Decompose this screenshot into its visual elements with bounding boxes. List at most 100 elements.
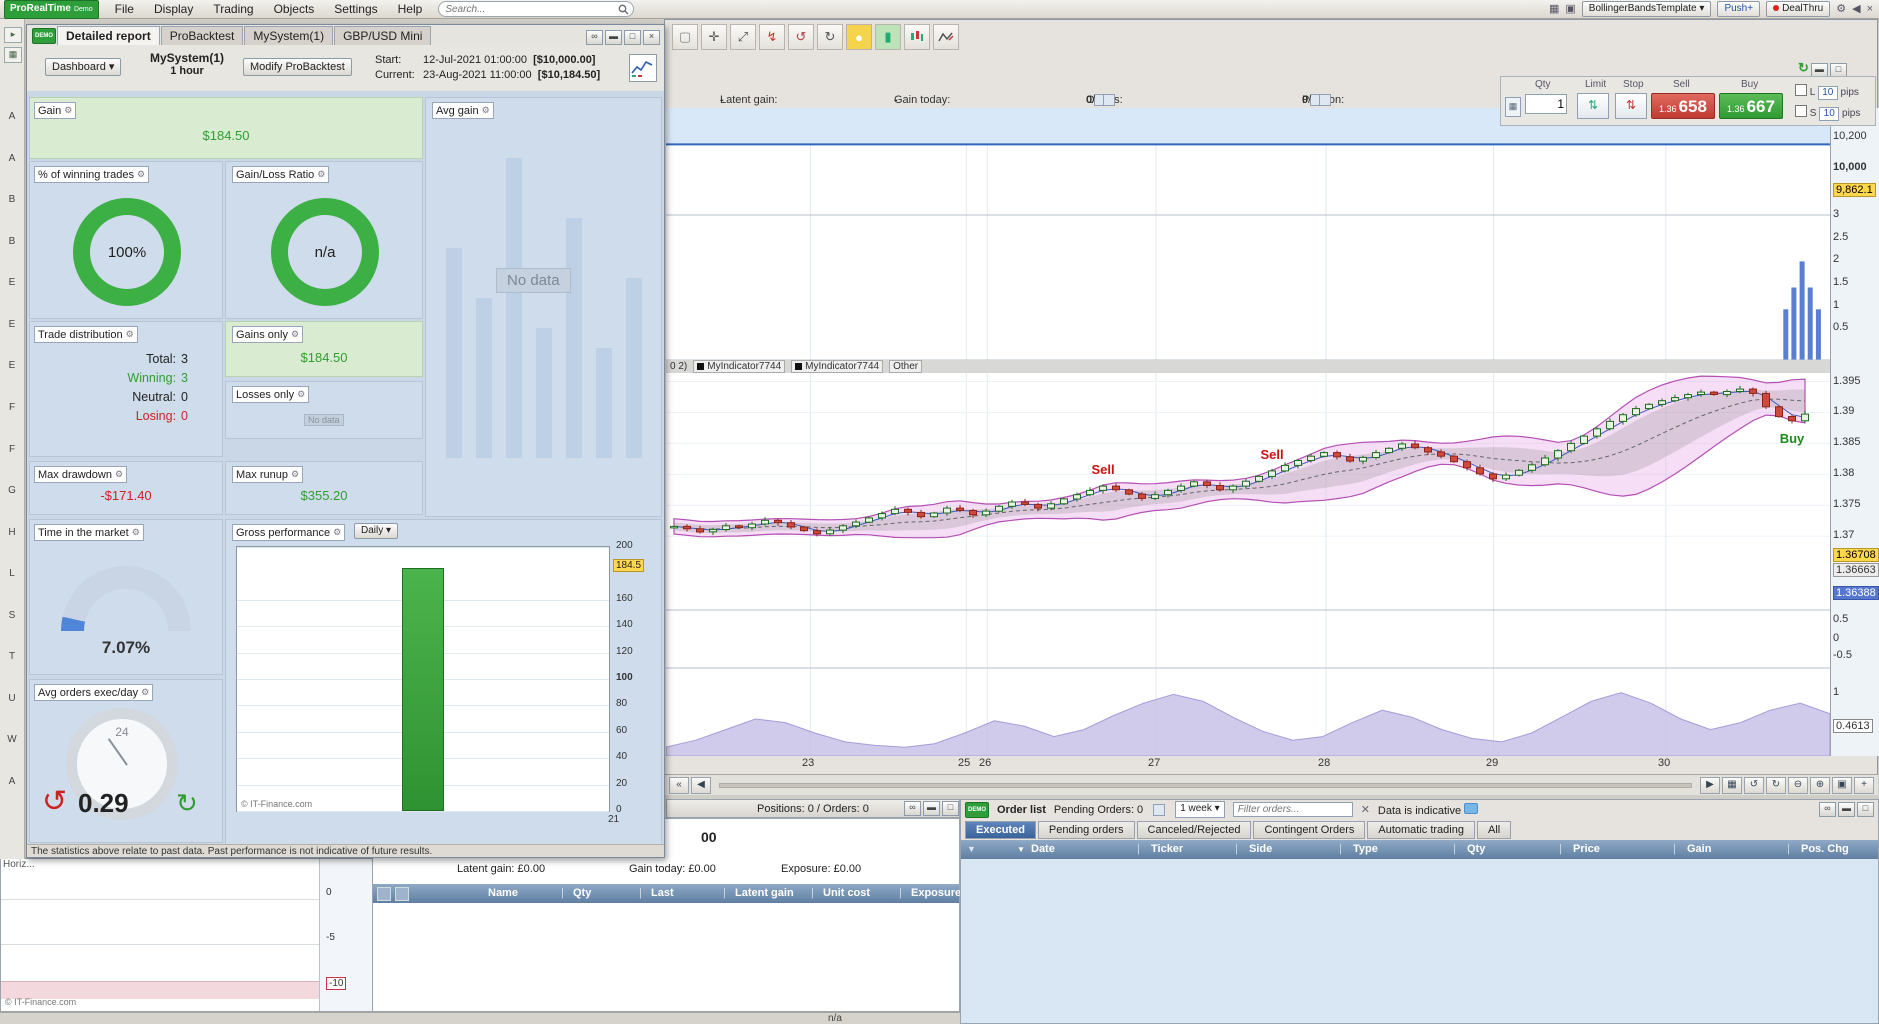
positions-window-bar[interactable]: Positions: 0 / Orders: 0 ∞ ▬ □ [666, 799, 960, 818]
sidebar-letter[interactable]: W [7, 734, 16, 745]
account-column-unit-cost[interactable]: Unit cost [823, 887, 870, 899]
minimize-icon[interactable]: ▬ [605, 30, 622, 45]
sidebar-letter[interactable]: E [9, 319, 16, 330]
wrench-icon[interactable]: ⚙ [297, 389, 305, 400]
order-config-icon[interactable]: ▦ [1505, 97, 1521, 117]
sort-arrow-icon[interactable]: ▼ [1017, 845, 1025, 854]
filter-icon[interactable]: ▼ [967, 844, 976, 854]
report-tab-gbp-usd-mini[interactable]: GBP/USD Mini [334, 26, 432, 45]
zigzag-tool-icon[interactable] [933, 24, 959, 50]
fit-screen-icon[interactable]: ▣ [1832, 776, 1852, 794]
maximize-icon[interactable]: □ [942, 801, 959, 816]
menu-objects[interactable]: Objects [272, 1, 317, 17]
push-button[interactable]: Push+ [1717, 1, 1761, 17]
table-icon[interactable] [377, 887, 391, 901]
wrench-icon[interactable]: ⚙ [141, 687, 149, 698]
zoom-tool-icon[interactable]: ⤢ [730, 24, 756, 50]
buy-button[interactable]: 1.36 667 [1719, 93, 1783, 119]
wrench-icon[interactable]: ⚙ [291, 469, 299, 480]
menu-trading[interactable]: Trading [211, 1, 255, 17]
palette-icon[interactable]: ▦ [1549, 2, 1559, 16]
orders-column-type[interactable]: Type [1353, 843, 1378, 855]
candlestick-tool-icon[interactable] [904, 24, 930, 50]
limit-order-button[interactable]: ⇅ [1577, 93, 1609, 119]
wrench-icon[interactable]: ⚙ [126, 329, 134, 340]
zoom-out-icon[interactable]: ⊖ [1788, 776, 1808, 794]
settings-icon[interactable] [395, 887, 409, 901]
scroll-start-button[interactable]: « [669, 776, 689, 794]
orders-tab-automatic-trading[interactable]: Automatic trading [1367, 821, 1475, 839]
chart-scrollbar[interactable] [719, 782, 1692, 788]
sidebar-letter[interactable]: G [8, 485, 16, 496]
account-column-last[interactable]: Last [651, 887, 674, 899]
wrench-icon[interactable]: ⚙ [115, 469, 123, 480]
layout-icon[interactable]: ▣ [1565, 2, 1575, 16]
equity-chart-icon[interactable] [629, 54, 657, 82]
sidebar-letter[interactable]: B [9, 194, 16, 205]
scroll-left-button[interactable]: ◀ [691, 776, 711, 794]
account-column-latent-gain[interactable]: Latent gain [735, 887, 794, 899]
avg-orders-chip[interactable]: Avg orders exec/day ⚙ [34, 684, 154, 701]
orders-tab-canceled-rejected[interactable]: Canceled/Rejected [1136, 821, 1252, 839]
orders-column-gain[interactable]: Gain [1687, 843, 1711, 855]
crosshair-icon[interactable]: + [1854, 776, 1874, 794]
flash-order-icon[interactable]: ↯ [759, 24, 785, 50]
minimize-icon[interactable]: ▬ [923, 801, 940, 816]
sidebar-letter[interactable]: S [9, 610, 16, 621]
sidebar-letter[interactable]: A [9, 153, 16, 164]
legend-item-other[interactable]: Other [889, 360, 923, 373]
sidebar-letter[interactable]: L [9, 568, 15, 579]
winning-chip[interactable]: % of winning trades ⚙ [34, 166, 150, 183]
filter-orders-input[interactable] [1232, 802, 1353, 817]
max-drawdown-chip[interactable]: Max drawdown ⚙ [34, 466, 128, 483]
orders-tab-pending-orders[interactable]: Pending orders [1037, 821, 1135, 839]
sidebar-letter[interactable]: E [9, 277, 16, 288]
legend-item-2[interactable]: MyIndicator7744 [791, 360, 884, 373]
selection-tool-icon[interactable]: ▢ [672, 24, 698, 50]
search-icon[interactable] [618, 4, 629, 15]
orders-settings-icon[interactable] [1103, 94, 1116, 106]
link-icon[interactable]: ∞ [586, 30, 603, 45]
stop-order-button[interactable]: ⇅ [1615, 93, 1647, 119]
wrench-icon[interactable]: ⚙ [132, 527, 140, 538]
wrench-icon[interactable]: ⚙ [317, 169, 325, 180]
time-axis[interactable]: 23 25 26 27 28 29 30 [666, 757, 1830, 772]
dashboard-dropdown[interactable]: Dashboard ▾ [45, 58, 122, 76]
close-icon[interactable]: × [643, 30, 660, 45]
wrench-icon[interactable]: ⚙ [333, 527, 341, 538]
dealthru-button[interactable]: DealThru [1766, 1, 1831, 17]
wrench-icon[interactable]: ⚙ [64, 105, 72, 116]
period-dropdown[interactable]: Daily ▾ [354, 523, 399, 539]
stop-pips-value[interactable]: 10 [1819, 107, 1840, 121]
orders-column-pos-chg[interactable]: Pos. Chg [1801, 843, 1849, 855]
account-column-exposure[interactable]: Exposure [911, 887, 961, 899]
close-icon[interactable]: × [1867, 2, 1873, 16]
price-axis[interactable]: 10,200 10,000 9,862.1 3 2.5 2 1.5 1 0.5 1.395 1.39… [1830, 108, 1879, 756]
template-button[interactable]: BollingerBandsTemplate ▾ [1581, 1, 1712, 17]
minimize-icon[interactable]: ▬ [1838, 802, 1855, 817]
maximize-icon[interactable]: □ [624, 30, 641, 45]
wrench-icon[interactable]: ⚙ [137, 169, 145, 180]
report-tab-probacktest[interactable]: ProBacktest [160, 26, 244, 45]
link-icon[interactable]: ∞ [1819, 802, 1836, 817]
sidebar-letter[interactable]: F [9, 402, 15, 413]
sidebar-letter[interactable]: U [8, 693, 15, 704]
account-column-qty[interactable]: Qty [573, 887, 591, 899]
limit-pips-value[interactable]: 10 [1817, 86, 1838, 100]
menu-display[interactable]: Display [152, 1, 195, 17]
orders-tab-all[interactable]: All [1476, 821, 1512, 839]
redo-icon[interactable]: ↻ [817, 24, 843, 50]
trade-distribution-chip[interactable]: Trade distribution ⚙ [34, 326, 138, 343]
highlight-tool-icon[interactable]: ● [846, 24, 872, 50]
redo-nav-icon[interactable]: ↻ [1766, 776, 1786, 794]
list-icon[interactable]: ▦ [4, 47, 22, 63]
move-tool-icon[interactable]: ✛ [701, 24, 727, 50]
menu-settings[interactable]: Settings [332, 1, 379, 17]
losses-only-chip[interactable]: Losses only ⚙ [232, 386, 310, 403]
legend-item-1[interactable]: MyIndicator7744 [693, 360, 786, 373]
sidebar-letter[interactable]: T [9, 651, 15, 662]
orders-tab-executed[interactable]: Executed [965, 821, 1036, 839]
sidebar-letter[interactable]: F [9, 444, 15, 455]
ratio-chip[interactable]: Gain/Loss Ratio ⚙ [232, 166, 330, 183]
pattern-tool-icon[interactable]: ▮ [875, 24, 901, 50]
